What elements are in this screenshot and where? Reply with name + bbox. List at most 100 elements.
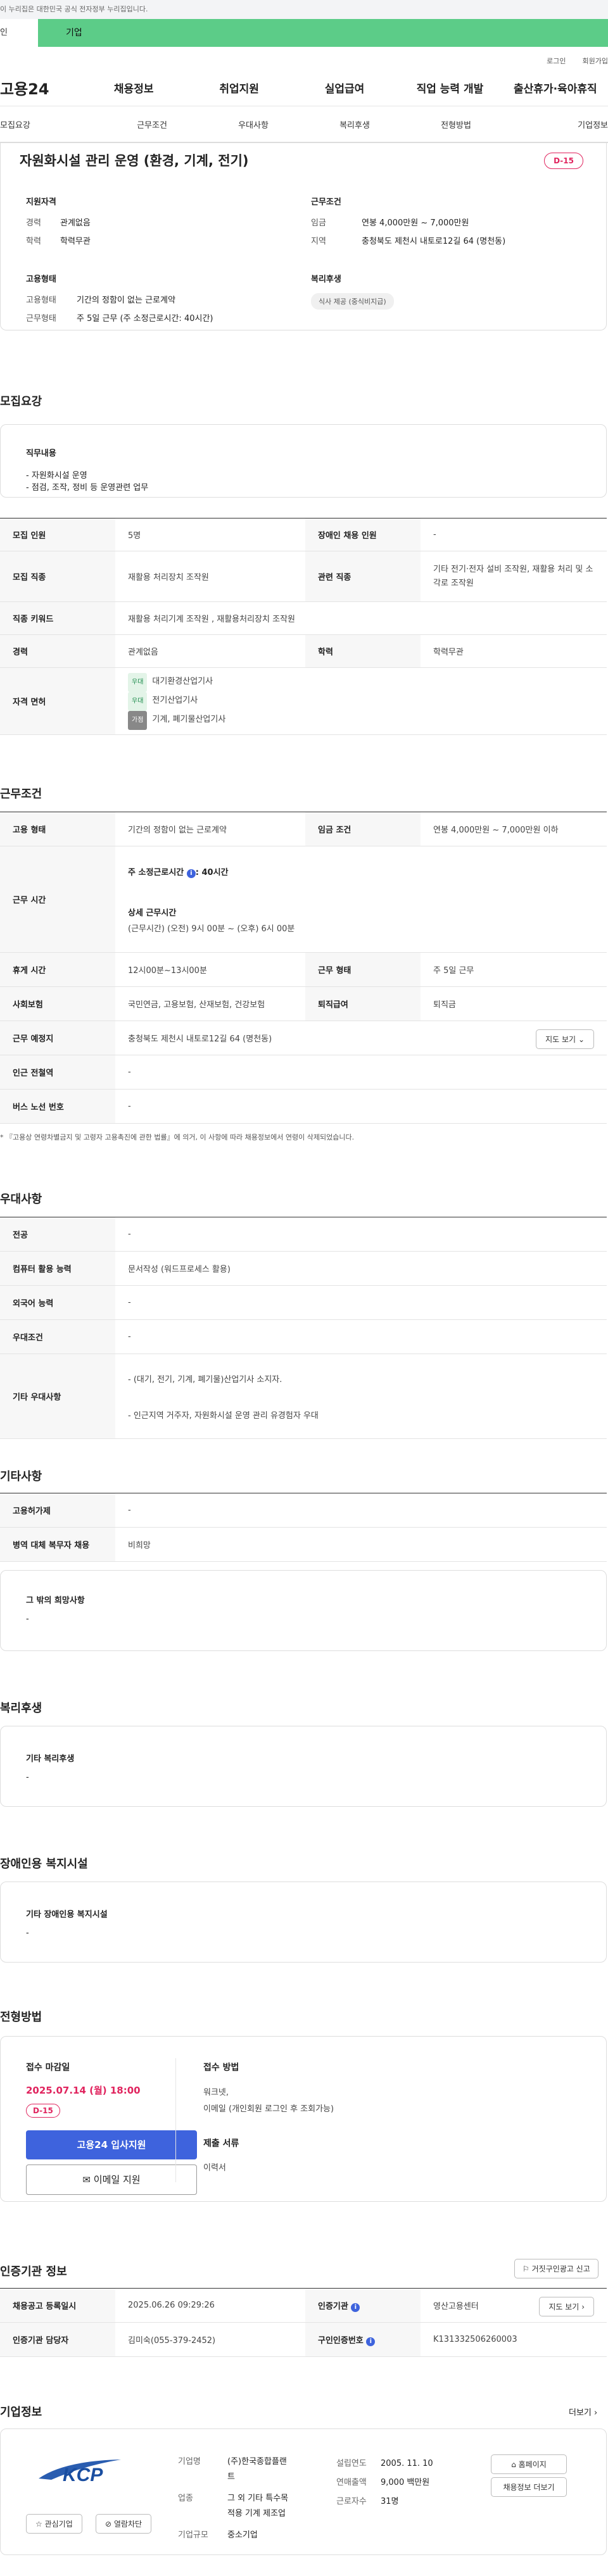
emp-permit-value: -: [115, 1493, 607, 1528]
cert-no-value: K131332506260003: [421, 2322, 607, 2357]
nav-parental-leave[interactable]: 출산휴가·육아휴직: [503, 80, 608, 96]
reg-date-value: 2025.06.26 09:29:26: [115, 2288, 305, 2323]
section-nav-preference[interactable]: 우대사항: [203, 118, 304, 130]
apply-button[interactable]: 고용24 입사지원: [26, 2130, 197, 2159]
emp-type-value: 기간의 정함이 없는 근로계약: [115, 812, 305, 846]
other-title: 기타사항: [0, 1470, 42, 1483]
login-link[interactable]: 로그인: [547, 57, 566, 65]
info-icon[interactable]: i: [186, 869, 196, 878]
conditions-block: 근무조건 임금 연봉 4,000만원 ~ 7,000만원 지역 충청북도 제천시 내…: [311, 195, 577, 253]
info-icon[interactable]: i: [366, 2337, 376, 2346]
work-time-value: 주 소정근로시간 i: 40시간 상세 근무시간 (근무시간) (오전) 9시 …: [115, 846, 607, 953]
dday-badge: D-15: [544, 153, 583, 169]
license-item: 우대 대기환경산업기사: [128, 672, 594, 692]
company-name-line: 트: [227, 2472, 235, 2482]
industry-label: 업종: [178, 2494, 193, 2503]
favorite-label: 관심기업: [44, 2520, 73, 2529]
nav-jobs[interactable]: 채용정보: [81, 80, 186, 96]
homepage-button[interactable]: ⌂ 홈페이지: [491, 2454, 567, 2474]
nav-employment-support[interactable]: 취업지원: [186, 80, 291, 96]
selection-dday-badge: D-15: [26, 2104, 60, 2118]
disability-box: 기타 장애인용 복지시설 -: [0, 1882, 607, 1963]
edu-value: 학력무관: [60, 237, 91, 246]
industry-line: 그 외 기타 특수목: [227, 2494, 289, 2503]
disability-box-title: 기타 장애인용 복지시설: [26, 1910, 108, 1919]
site-logo[interactable]: 고용24: [0, 77, 81, 99]
major-label: 전공: [0, 1217, 115, 1252]
welfare-box-value: -: [26, 1773, 29, 1782]
welfare-summary-title: 복리후생: [311, 275, 341, 284]
section-nav-selection[interactable]: 전형방법: [405, 118, 507, 130]
other-table: 고용허가제 - 병역 대체 복무자 채용 비희망: [0, 1493, 607, 1562]
favorite-company-button[interactable]: ☆ 관심기업: [26, 2514, 82, 2534]
license-name: 대기환경산업기사: [152, 676, 213, 686]
cert-map-button[interactable]: 지도 보기 ›: [539, 2297, 594, 2316]
block-company-button[interactable]: ⊘ 열람차단: [96, 2514, 152, 2534]
welfare-box-title: 기타 복리후생: [26, 1754, 75, 1764]
size-value: 중소기업: [227, 2530, 258, 2540]
recruit-title: 모집요강: [0, 395, 42, 408]
map-button[interactable]: 지도 보기 ⌄: [536, 1029, 594, 1049]
detail-hours-label: 상세 근무시간: [128, 908, 177, 918]
work-time-label: 근무 시간: [0, 846, 115, 953]
bus-value: -: [115, 1089, 607, 1124]
email-apply-button[interactable]: ✉ 이메일 지원: [26, 2164, 197, 2195]
duty-line: - 자원화시설 운영: [26, 471, 87, 481]
disability-box-value: -: [26, 1928, 29, 1938]
alarm-icon: ⚐: [522, 2265, 529, 2273]
lang-label: 외국어 능력: [0, 1285, 115, 1320]
mail-icon: ✉: [82, 2174, 91, 2185]
pref-title: 우대사항: [0, 1193, 42, 1206]
workplace-value: 충청북도 제천시 내토로12길 64 (명천동) 지도 보기 ⌄: [115, 1021, 607, 1055]
section-nav-welfare[interactable]: 복리후생: [304, 118, 405, 130]
license-item: 우대 전기산업기사: [128, 691, 594, 711]
cond-title: 근무조건: [311, 198, 341, 207]
severance-value: 퇴직금: [421, 986, 607, 1021]
edu-row-value: 학력무관: [421, 634, 607, 668]
work-form-label: 근무 형태: [305, 952, 421, 987]
related-job-value: 기타 전기·전자 설비 조작원, 재활용 처리 및 소각로 조작원: [421, 551, 607, 602]
utility-links: 로그인 회원가입: [0, 56, 608, 70]
chevron-down-icon: ⌄: [578, 1035, 585, 1044]
section-nav-recruit[interactable]: 모집요강: [0, 118, 101, 130]
lang-value: -: [115, 1285, 607, 1320]
tab-company[interactable]: 기업: [38, 19, 608, 47]
pc-label: 컴퓨터 활용 능력: [0, 1251, 115, 1286]
major-value: -: [115, 1217, 607, 1252]
emp-type-label: 고용 형태: [0, 812, 115, 846]
pref-cond-label: 우대조건: [0, 1319, 115, 1354]
workplace-address: 충청북도 제천시 내토로12길 64 (명천동): [128, 1034, 272, 1044]
count-value: 5명: [115, 518, 305, 551]
section-nav-company[interactable]: 기업정보: [507, 118, 608, 130]
license-tag: 가점: [128, 710, 148, 730]
wage-cond-value: 연봉 4,000만원 ~ 7,000만원 이하: [421, 812, 607, 846]
join-link[interactable]: 회원가입: [583, 57, 608, 65]
info-icon[interactable]: i: [351, 2303, 360, 2312]
cert-org-name: 영산고용센터: [433, 2302, 479, 2311]
duty-line: - 점검, 조작, 정비 등 운영관련 업무: [26, 483, 149, 493]
company-jobs-button[interactable]: 채용정보 더보기: [491, 2477, 567, 2497]
employees-value: 31명: [381, 2497, 399, 2506]
worktype-value: 주 5일 근무 (주 소정근로시간: 40시간): [77, 314, 213, 324]
nav-unemployment[interactable]: 실업급여: [292, 80, 397, 96]
deadline-value: 2025.07.14 (월) 18:00: [26, 2085, 141, 2096]
rest-value: 12시00분~13시00분: [115, 952, 305, 987]
report-button[interactable]: ⚐ 거짓구인광고 신고: [514, 2259, 598, 2278]
industry-value: 그 외 기타 특수목 적용 기계 제조업: [227, 2491, 288, 2522]
asterisk-icon: *: [0, 1133, 4, 1141]
logo-text: KCP: [63, 2465, 103, 2485]
work-form-value: 주 5일 근무: [421, 952, 607, 987]
cert-no-label-text: 구인인증번호: [318, 2335, 364, 2346]
reg-date-label: 채용공고 등록일시: [0, 2288, 115, 2323]
nav-training[interactable]: 직업 능력 개발: [397, 80, 502, 96]
company-info-right: 설립연도 2005. 11. 10 연매출액 9,000 백만원 근로자수 31명: [336, 2454, 463, 2511]
cert-org-value: 영산고용센터 지도 보기 ›: [421, 2288, 607, 2323]
tab-individual[interactable]: 인: [0, 19, 38, 47]
disabled-label: 장애인 채용 인원: [305, 518, 421, 551]
wish-box: 그 밖의 희망사항 -: [0, 1570, 607, 1651]
method-line: 워크넷,: [203, 2088, 229, 2097]
company-more-link[interactable]: 더보기 ›: [569, 2406, 597, 2418]
company-name-label: 기업명: [178, 2457, 201, 2466]
size-label: 기업규모: [178, 2530, 208, 2540]
section-nav-conditions[interactable]: 근무조건: [101, 118, 203, 130]
